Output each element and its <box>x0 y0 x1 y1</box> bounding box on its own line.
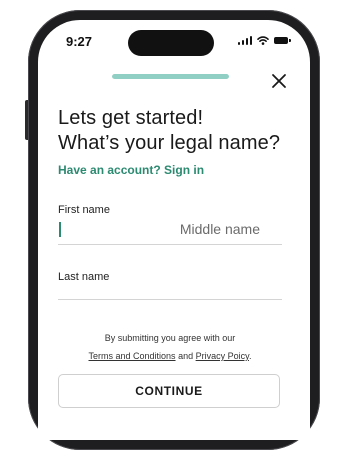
text-cursor <box>59 222 61 237</box>
status-icons <box>237 36 291 45</box>
dynamic-island <box>128 30 214 56</box>
status-time: 9:27 <box>66 34 93 49</box>
consent-period: . <box>248 351 252 361</box>
consent-links: Terms and Conditions and Privacy Poicy. <box>58 347 282 365</box>
middle-name-input[interactable]: Middle name <box>180 221 260 237</box>
name-field-underline <box>58 244 282 245</box>
last-name-input[interactable] <box>58 284 282 299</box>
consent-and: and <box>178 351 194 361</box>
consent-text: By submitting you agree with our Terms a… <box>58 329 282 365</box>
continue-button[interactable]: CONTINUE <box>58 374 280 408</box>
page-title-line-2: What’s your legal name? <box>58 132 281 154</box>
privacy-link[interactable]: Privacy Poicy <box>196 351 249 361</box>
sign-in-link[interactable]: Have an account? Sign in <box>58 163 204 177</box>
wifi-icon <box>257 36 269 45</box>
progress-fill <box>112 74 229 79</box>
last-name-underline <box>58 299 282 300</box>
app-screen: 9:27 Lets get started! What’s your legal… <box>38 20 310 440</box>
consent-line: By submitting you agree with our <box>104 333 236 343</box>
close-icon[interactable] <box>270 72 288 90</box>
signal-icon <box>237 36 252 45</box>
page-title-line-1: Lets get started! <box>58 107 204 129</box>
first-name-label: First name <box>58 204 110 216</box>
progress-bar <box>112 74 229 79</box>
page-title: Lets get started! What’s your legal name… <box>58 106 298 156</box>
terms-link[interactable]: Terms and Conditions <box>89 351 176 361</box>
battery-icon <box>274 37 291 44</box>
last-name-label: Last name <box>58 271 110 283</box>
